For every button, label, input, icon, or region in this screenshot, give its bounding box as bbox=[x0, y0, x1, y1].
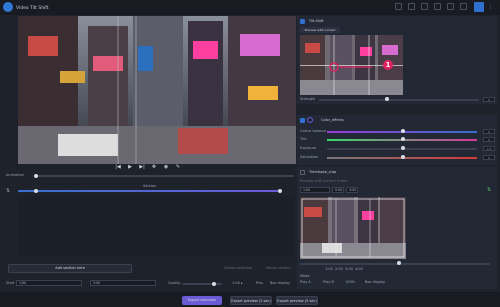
window-icon[interactable] bbox=[447, 3, 454, 10]
end-field[interactable]: 3:00 bbox=[90, 280, 156, 286]
section-label: Section bbox=[143, 184, 157, 188]
color-effects-header: Color_effects bbox=[297, 115, 497, 125]
crop-range-knob[interactable] bbox=[397, 261, 401, 265]
tilt-shift-title: Tilt-Shift bbox=[309, 19, 324, 23]
pin-marker: 1 bbox=[383, 60, 393, 70]
seek-knob[interactable] bbox=[34, 174, 38, 178]
info-box-display: Box display bbox=[365, 280, 386, 284]
move-icon[interactable]: ✥ bbox=[151, 164, 157, 170]
tint-value[interactable]: 0 bbox=[483, 137, 495, 142]
app-title: Video Tilt Shift bbox=[16, 6, 49, 11]
tick-3: 4:00 bbox=[355, 267, 363, 271]
color-effects-toggle[interactable] bbox=[300, 117, 305, 123]
timelapse-crop-panel: Timelapse_crop Preview with current fram… bbox=[297, 167, 497, 289]
quality-label: Quality bbox=[168, 281, 181, 285]
delete-selection-link[interactable]: Delete selection bbox=[224, 266, 252, 270]
info-play-b: Play B bbox=[323, 280, 334, 284]
color-wheel-icon bbox=[307, 117, 313, 123]
section-start-knob[interactable] bbox=[34, 189, 38, 193]
strength-slider[interactable] bbox=[319, 99, 479, 101]
eyedropper-icon[interactable]: ✎ bbox=[175, 164, 181, 170]
tick-2: 3:00 bbox=[345, 267, 353, 271]
strength-label: Strength bbox=[300, 97, 316, 101]
info-play-a: Play A bbox=[300, 280, 311, 284]
exposure-knob[interactable] bbox=[401, 146, 405, 150]
tilt-mode-icon[interactable] bbox=[474, 2, 484, 12]
saturation-value[interactable]: 0 bbox=[483, 155, 495, 160]
quality-value: 1:00 ▸ bbox=[232, 281, 243, 285]
next-frame-button[interactable]: ▶| bbox=[139, 164, 145, 170]
quality-knob[interactable] bbox=[212, 282, 216, 286]
start-field[interactable]: 1:00 bbox=[16, 280, 82, 286]
export-selection-button[interactable]: Export selection bbox=[182, 296, 222, 305]
color-effects-title: Color_effects bbox=[321, 118, 344, 122]
section-end-knob[interactable] bbox=[278, 189, 282, 193]
layout-icon[interactable] bbox=[434, 3, 441, 10]
strength-value[interactable]: 0 bbox=[483, 97, 495, 102]
tilt-shift-header: Tilt-Shift bbox=[297, 16, 497, 26]
tick-1: 2:00 bbox=[335, 267, 343, 271]
seek-bar[interactable] bbox=[36, 175, 294, 177]
option-plus[interactable]: Plus bbox=[256, 281, 263, 285]
playback-controls: |◀ ▶ ▶| ✥ ◉ ✎ bbox=[115, 164, 181, 172]
export-preview-5s-button[interactable]: Export preview (5 sec) bbox=[276, 296, 318, 305]
section-handle-icon[interactable]: ⇅ bbox=[6, 188, 12, 194]
prev-frame-button[interactable]: |◀ bbox=[115, 164, 121, 170]
strength-knob[interactable] bbox=[385, 97, 389, 101]
merge-section-link[interactable]: Merge section bbox=[266, 266, 291, 270]
add-section-button[interactable]: Add section here bbox=[8, 264, 132, 273]
timelapse-preview-label: Preview with current frame bbox=[300, 179, 348, 183]
exposure-value[interactable]: 0.0 bbox=[483, 146, 495, 151]
timeline-area bbox=[18, 196, 294, 256]
seek-label: Animation bbox=[6, 173, 24, 177]
play-button[interactable]: ▶ bbox=[127, 164, 133, 170]
tilt-shift-toggle[interactable] bbox=[300, 18, 305, 24]
tint-knob[interactable] bbox=[401, 137, 405, 141]
timelapse-crop-toggle[interactable] bbox=[300, 169, 305, 175]
crop-field-0[interactable]: 1:00 bbox=[300, 187, 330, 193]
video-preview[interactable] bbox=[18, 16, 296, 164]
crop-handle-icon[interactable]: ⇅ bbox=[487, 187, 493, 193]
crop-field-2[interactable]: 4:00 bbox=[346, 187, 358, 193]
tick-0: 1:00 bbox=[325, 267, 333, 271]
colour-balance-knob[interactable] bbox=[401, 129, 405, 133]
color-row-label-2: Exposure bbox=[300, 146, 317, 150]
info-percent: 100% bbox=[345, 280, 356, 284]
city-scene-image bbox=[18, 16, 296, 164]
export-preview-1s-button[interactable]: Export preview (1 sec) bbox=[230, 296, 272, 305]
timelapse-crop-title: Timelapse_crop bbox=[309, 170, 337, 174]
more-icon[interactable]: ⋮ bbox=[488, 4, 496, 10]
color-row-label-0: Colour balance bbox=[300, 129, 327, 133]
colour-balance-value[interactable]: 0 bbox=[483, 129, 495, 134]
start-label: Start bbox=[6, 281, 15, 285]
settings-icon[interactable] bbox=[421, 3, 428, 10]
timelapse-crop-header: Timelapse_crop bbox=[297, 167, 497, 177]
eye-icon[interactable]: ◉ bbox=[163, 164, 169, 170]
app-logo-icon bbox=[3, 2, 13, 12]
option-box-display[interactable]: Box display bbox=[270, 281, 290, 285]
saturation-knob[interactable] bbox=[401, 155, 405, 159]
info-mode: Mode bbox=[300, 274, 310, 278]
crop-field-1[interactable]: 0:00 bbox=[332, 187, 344, 193]
crop-range-slider[interactable] bbox=[300, 263, 490, 265]
section-range-bar[interactable] bbox=[18, 190, 278, 192]
tilt-preview-button[interactable]: Preview with current frame bbox=[300, 27, 340, 38]
refresh-icon[interactable] bbox=[408, 3, 415, 10]
color-row-label-1: Tint bbox=[300, 137, 307, 141]
grid-icon[interactable] bbox=[460, 3, 467, 10]
tilt-shift-panel: Tilt-Shift Preview with current frame 1 … bbox=[297, 16, 497, 104]
color-effects-panel: Color_effects Colour balance 0 Tint 0 Ex… bbox=[297, 115, 497, 165]
open-file-icon[interactable] bbox=[395, 3, 402, 10]
color-row-label-3: Saturation bbox=[300, 155, 319, 159]
quality-slider[interactable] bbox=[182, 283, 222, 285]
timelapse-thumbnail[interactable] bbox=[300, 197, 406, 259]
